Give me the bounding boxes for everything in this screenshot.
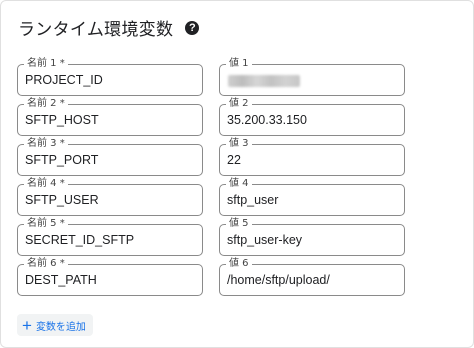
name-field-value: SFTP_USER <box>25 193 99 207</box>
value-field-label: 値 3 <box>226 137 252 151</box>
env-var-name-field-2[interactable]: 名前 2 * SFTP_HOST <box>17 97 203 136</box>
section-title: ランタイム環境変数 <box>18 20 174 40</box>
env-var-value-field-5[interactable]: 値 5 sftp_user-key <box>219 217 405 256</box>
value-field-label: 値 2 <box>226 97 252 111</box>
name-field-label: 名前 2 * <box>24 97 68 111</box>
value-field-value: /home/sftp/upload/ <box>227 273 330 287</box>
env-var-name-field-3[interactable]: 名前 3 * SFTP_PORT <box>17 137 203 176</box>
name-field-value: PROJECT_ID <box>25 73 103 87</box>
name-field-label: 名前 1 * <box>24 57 68 71</box>
name-field-value: DEST_PATH <box>25 273 97 287</box>
env-var-value-field-6[interactable]: 値 6 /home/sftp/upload/ <box>219 257 405 296</box>
value-field-value: sftp_user-key <box>227 233 303 247</box>
name-field-value: SFTP_HOST <box>25 113 99 127</box>
name-field-label: 名前 3 * <box>24 137 68 151</box>
name-field-value: SFTP_PORT <box>25 153 99 167</box>
plus-icon: + <box>22 315 32 335</box>
value-field-value: 35.200.33.150 <box>227 113 307 127</box>
title-row: ランタイム環境変数 ? <box>18 15 200 40</box>
env-var-value-field-4[interactable]: 値 4 sftp_user <box>219 177 405 216</box>
value-field-value: 22 <box>227 153 241 167</box>
value-field-label: 値 1 <box>226 57 252 71</box>
env-var-name-field-5[interactable]: 名前 5 * SECRET_ID_SFTP <box>17 217 203 256</box>
redacted-value <box>228 75 300 87</box>
value-field-label: 値 6 <box>226 257 252 271</box>
env-var-name-field-4[interactable]: 名前 4 * SFTP_USER <box>17 177 203 216</box>
runtime-env-vars-panel: ランタイム環境変数 ? 名前 1 * PROJECT_ID 値 1 名前 2 *… <box>0 0 474 348</box>
add-variable-label: 変数を追加 <box>35 321 86 333</box>
value-field-value: sftp_user <box>227 193 279 207</box>
env-var-name-field-6[interactable]: 名前 6 * DEST_PATH <box>17 257 203 296</box>
name-field-label: 名前 6 * <box>24 257 68 271</box>
help-icon[interactable]: ? <box>185 20 200 35</box>
add-variable-button[interactable]: + 変数を追加 <box>17 314 93 336</box>
env-var-value-field-2[interactable]: 値 2 35.200.33.150 <box>219 97 405 136</box>
env-var-value-field-3[interactable]: 値 3 22 <box>219 137 405 176</box>
value-field-label: 値 5 <box>226 217 252 231</box>
env-var-value-field-1[interactable]: 値 1 <box>219 57 405 96</box>
name-field-label: 名前 4 * <box>24 177 68 191</box>
name-field-label: 名前 5 * <box>24 217 68 231</box>
value-field-label: 値 4 <box>226 177 252 191</box>
name-field-value: SECRET_ID_SFTP <box>25 233 135 247</box>
env-var-name-field-1[interactable]: 名前 1 * PROJECT_ID <box>17 57 203 96</box>
